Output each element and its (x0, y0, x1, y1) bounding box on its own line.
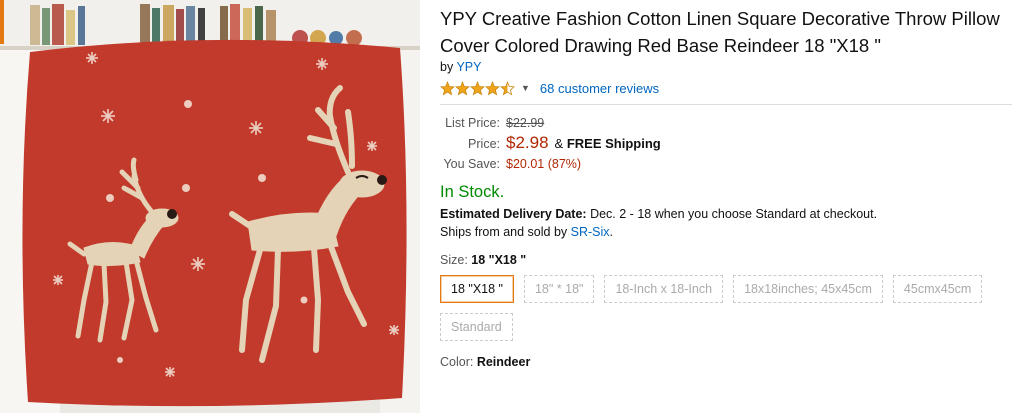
brand-link[interactable]: YPY (456, 60, 481, 74)
price-label: Price: (468, 137, 500, 151)
you-save-value: $20.01 (87%) (506, 157, 582, 171)
by-label: by (440, 60, 454, 74)
shipping-info: & FREE Shipping (555, 134, 661, 154)
customer-reviews-link[interactable]: 68 customer reviews (540, 81, 659, 96)
free-shipping-text: FREE Shipping (566, 136, 661, 151)
product-details: YPY Creative Fashion Cotton Linen Square… (440, 0, 1020, 369)
price-value: $2.98 (506, 133, 549, 152)
star-icon (500, 80, 515, 95)
size-label: Size: (440, 253, 468, 267)
product-image[interactable] (0, 0, 420, 413)
size-option-18-star-18[interactable]: 18" * 18" (523, 275, 595, 303)
ships-suffix: . (609, 225, 614, 239)
you-save-label: You Save: (443, 157, 500, 171)
list-price-label: List Price: (445, 116, 500, 130)
size-option-45cm[interactable]: 45cmx45cm (892, 275, 983, 303)
seller-link[interactable]: SR-Six (571, 225, 610, 239)
savings-row: You Save: $20.01 (87%) (440, 154, 1020, 174)
star-icon (455, 80, 470, 95)
stock-status: In Stock. (440, 183, 505, 201)
star-rating[interactable] (440, 80, 515, 96)
size-option-18x18inches[interactable]: 18x18inches; 45x45cm (733, 275, 883, 303)
chevron-down-icon[interactable]: ▼ (521, 83, 530, 93)
thumbnail-selected-indicator (0, 0, 4, 44)
product-title: YPY Creative Fashion Cotton Linen Square… (440, 8, 1000, 56)
star-icon (485, 80, 500, 95)
byline: by YPY (440, 59, 1020, 75)
divider (440, 104, 1012, 105)
size-option-standard[interactable]: Standard (440, 313, 513, 341)
price-row: Price: $2.98 & FREE Shipping (440, 133, 1020, 154)
star-icon (440, 80, 455, 95)
shipping-ampersand: & (554, 136, 564, 151)
delivery-text: Dec. 2 - 18 when you choose Standard at … (590, 207, 878, 221)
color-label: Color: (440, 355, 474, 369)
ships-from: Ships from and sold by SR-Six. (440, 223, 1020, 241)
star-icon (470, 80, 485, 95)
size-options: 18 "X18 " 18" * 18" 18-Inch x 18-Inch 18… (440, 275, 1020, 341)
color-row: Color: Reindeer (440, 355, 1020, 369)
color-selected: Reindeer (476, 355, 531, 369)
size-label-row: Size: 18 "X18 " (440, 253, 1020, 267)
ships-prefix: Ships from and sold by (440, 225, 568, 239)
rating-row: ▼ 68 customer reviews (440, 78, 1020, 98)
reindeer-pillow-image (0, 0, 420, 413)
list-price-value: $22.99 (506, 116, 545, 130)
price-block: List Price: $22.99 Price: $2.98 & FREE S… (440, 113, 1020, 174)
list-price-row: List Price: $22.99 (440, 113, 1020, 133)
size-option-18-inch[interactable]: 18-Inch x 18-Inch (604, 275, 724, 303)
delivery-info: Estimated Delivery Date: Dec. 2 - 18 whe… (440, 205, 1020, 223)
delivery-label: Estimated Delivery Date: (440, 207, 587, 221)
size-option-18x18[interactable]: 18 "X18 " (440, 275, 514, 303)
size-selected: 18 "X18 " (471, 253, 527, 267)
